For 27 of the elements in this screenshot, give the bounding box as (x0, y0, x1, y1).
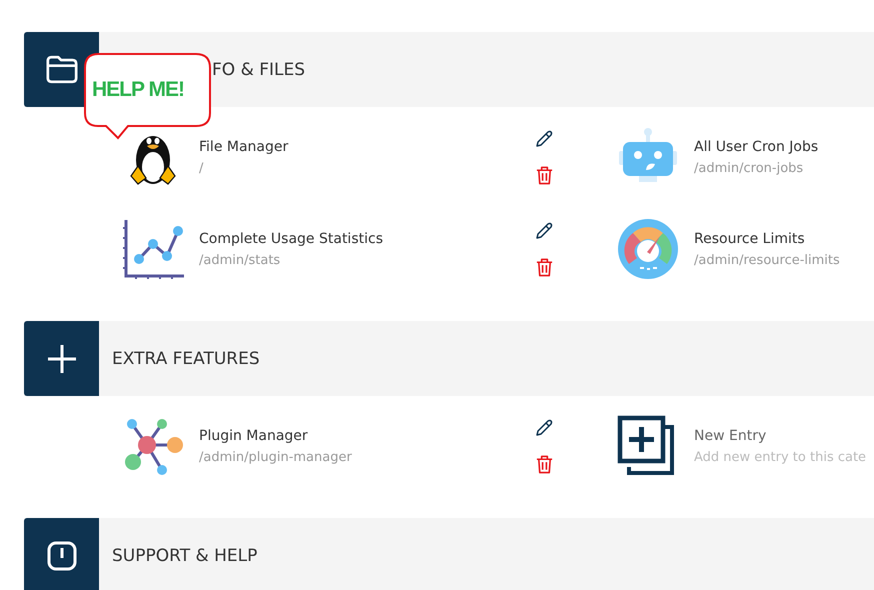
item-title[interactable]: Plugin Manager (199, 428, 352, 444)
item-title[interactable]: Resource Limits (694, 230, 840, 246)
section-title: SUPPORT & HELP (112, 546, 258, 566)
item-path: /admin/plugin-manager (199, 450, 352, 464)
item-title[interactable]: New Entry (694, 428, 866, 444)
plus-icon (46, 344, 76, 374)
item-path: /admin/cron-jobs (694, 160, 804, 176)
edit-button[interactable] (534, 129, 554, 149)
item-path: /admin/resource-limits (694, 252, 840, 268)
line-chart-icon (122, 218, 184, 280)
delete-button[interactable] (534, 257, 554, 277)
item-path: / (199, 160, 204, 176)
gauge-icon (617, 218, 679, 280)
callout-text: HELP ME! (92, 78, 184, 102)
section-title: FO & FILES (212, 60, 306, 80)
section-title: EXTRA FEATURES (112, 348, 260, 368)
item-description: Add new entry to this cate (694, 450, 866, 464)
edit-button[interactable] (534, 221, 554, 241)
item-title[interactable]: All User Cron Jobs (694, 138, 818, 154)
item-path: /admin/stats (199, 252, 282, 268)
folder-icon (44, 55, 78, 84)
edit-button[interactable] (534, 418, 554, 438)
delete-button[interactable] (534, 165, 554, 185)
item-title[interactable]: File Manager (199, 138, 288, 154)
item-title[interactable]: Complete Usage Statistics (199, 230, 383, 246)
delete-button[interactable] (534, 454, 554, 474)
help-icon (46, 540, 76, 570)
